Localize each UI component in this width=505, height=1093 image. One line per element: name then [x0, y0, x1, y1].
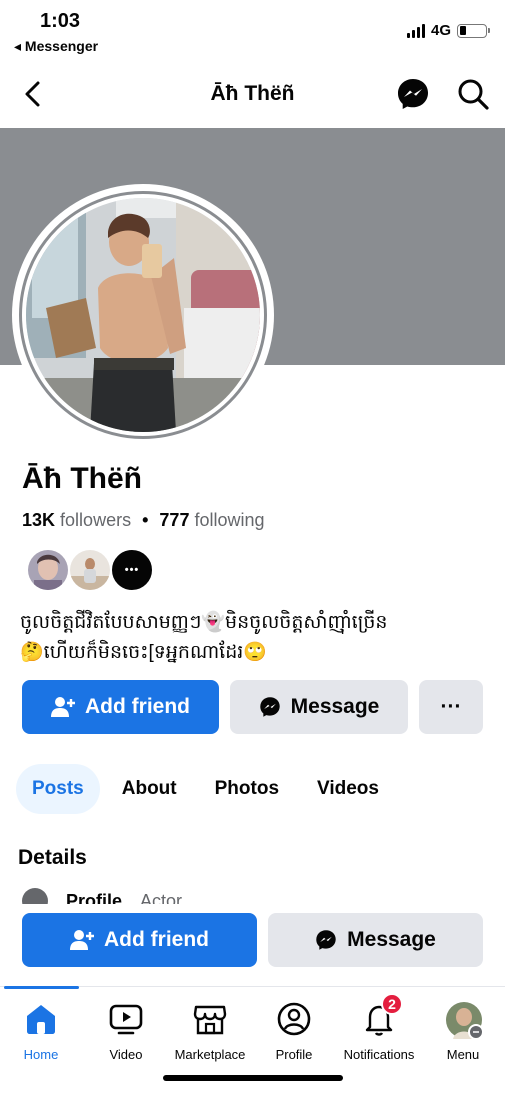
tab-profile-label: Profile: [275, 1047, 313, 1062]
network-label: 4G: [430, 22, 451, 39]
sticky-message-label: Message: [347, 928, 436, 951]
messenger-icon: [259, 697, 280, 717]
add-friend-label: Add friend: [85, 695, 190, 718]
follow-stats: 13K followers • 777 following: [22, 510, 265, 531]
tab-video[interactable]: Video: [81, 1001, 171, 1062]
more-options-button[interactable]: ···: [419, 680, 483, 734]
tab-menu[interactable]: Menu: [418, 1001, 505, 1062]
tab-notifications-label: Notifications: [343, 1047, 415, 1062]
home-icon: [27, 1005, 55, 1034]
followers-count[interactable]: 13K: [22, 510, 55, 530]
marketplace-icon: [193, 1005, 227, 1035]
tab-notifications[interactable]: 2 Notifications: [334, 993, 424, 1062]
active-tab-indicator: [4, 986, 79, 989]
sticky-message-button[interactable]: Message: [268, 913, 483, 967]
profile-name: Āħ Thëñ: [22, 462, 142, 495]
tab-videos[interactable]: Videos: [301, 764, 395, 814]
signal-icon: [406, 23, 425, 38]
mutual-avatar[interactable]: [26, 548, 70, 592]
mutual-friends[interactable]: •••: [26, 548, 154, 592]
video-icon: [109, 1004, 143, 1035]
tab-photos[interactable]: Photos: [199, 764, 295, 814]
add-friend-button[interactable]: Add friend: [22, 680, 219, 734]
message-button[interactable]: Message: [230, 680, 408, 734]
stats-separator: •: [142, 510, 149, 530]
details-heading: Details: [18, 846, 87, 869]
profile-icon: [277, 1002, 311, 1036]
sticky-add-friend-button[interactable]: Add friend: [22, 913, 257, 967]
following-count[interactable]: 777: [159, 510, 189, 530]
more-dots-icon: ···: [440, 695, 462, 718]
more-mutuals[interactable]: •••: [110, 548, 154, 592]
status-bar: 1:03 ◂ Messenger 4G: [0, 0, 505, 60]
top-nav: Āħ Thëñ: [0, 62, 505, 128]
tab-video-label: Video: [109, 1047, 143, 1062]
mutual-avatar[interactable]: [68, 548, 112, 592]
status-right: 4G: [406, 22, 490, 39]
status-time: 1:03: [40, 10, 81, 32]
message-label: Message: [290, 695, 380, 718]
tab-menu-label: Menu: [446, 1047, 480, 1062]
home-indicator: [163, 1075, 343, 1081]
messenger-icon: [316, 930, 336, 950]
bio-line: 🤔ហើយក៏មិនចេះ[ទអ្នកណាដែរ🙄: [20, 642, 267, 663]
add-person-icon: [51, 697, 75, 717]
battery-icon: [457, 23, 490, 38]
search-icon[interactable]: [456, 77, 490, 111]
back-to-messenger-link[interactable]: ◂ Messenger: [14, 38, 98, 55]
menu-avatar: [446, 1002, 484, 1040]
profile-photo-image: [26, 198, 260, 432]
profile-picture[interactable]: [12, 184, 274, 446]
tab-marketplace[interactable]: Marketplace: [165, 1001, 255, 1062]
tab-about[interactable]: About: [106, 764, 193, 814]
messenger-icon[interactable]: [396, 77, 430, 111]
sticky-add-friend-label: Add friend: [104, 928, 209, 951]
tab-profile[interactable]: Profile: [249, 1001, 339, 1062]
tab-marketplace-label: Marketplace: [174, 1047, 246, 1062]
followers-label[interactable]: followers: [60, 510, 131, 530]
tab-posts[interactable]: Posts: [16, 764, 100, 814]
notification-badge: 2: [381, 993, 403, 1015]
following-label[interactable]: following: [194, 510, 264, 530]
more-dots: •••: [124, 564, 140, 576]
profile-bio: ចូលចិត្តជីវិតបែបសាមញ្ញៗ👻មិនចូលចិត្តសាំញ៉…: [20, 608, 490, 668]
bio-line: ចូលចិត្តជីវិតបែបសាមញ្ញៗ👻មិនចូលចិត្តសាំញ៉…: [20, 612, 388, 633]
tab-home[interactable]: Home: [0, 1001, 86, 1062]
profile-tabs: Posts About Photos Videos: [16, 764, 401, 814]
tab-home-label: Home: [23, 1047, 59, 1062]
add-person-icon: [70, 930, 94, 950]
